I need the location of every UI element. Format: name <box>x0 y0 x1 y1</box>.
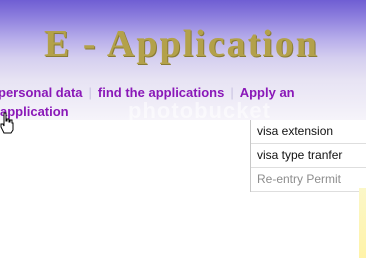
menu-item-visa-extension[interactable]: visa extension <box>251 120 366 144</box>
dropdown-shadow <box>359 188 366 258</box>
nav-link-apply-application[interactable]: Apply an <box>240 85 295 100</box>
menu-item-reentry-permit: Re-entry Permit <box>251 168 366 192</box>
nav-link-find-applications[interactable]: find the applications <box>98 85 224 100</box>
nav-bar: personal data | find the applications | Appl… <box>0 80 366 120</box>
nav-link-personal-data[interactable]: personal data <box>0 85 83 100</box>
nav-separator: | <box>230 85 234 100</box>
hand-pointer-icon <box>0 112 14 134</box>
apply-dropdown-menu: visa extension visa type tranfer Re-entr… <box>250 120 366 192</box>
nav-separator: | <box>88 85 92 100</box>
header-banner: E - Application <box>0 0 366 80</box>
page-title: E - Application <box>44 23 319 65</box>
menu-item-visa-type-transfer[interactable]: visa type tranfer <box>251 144 366 168</box>
